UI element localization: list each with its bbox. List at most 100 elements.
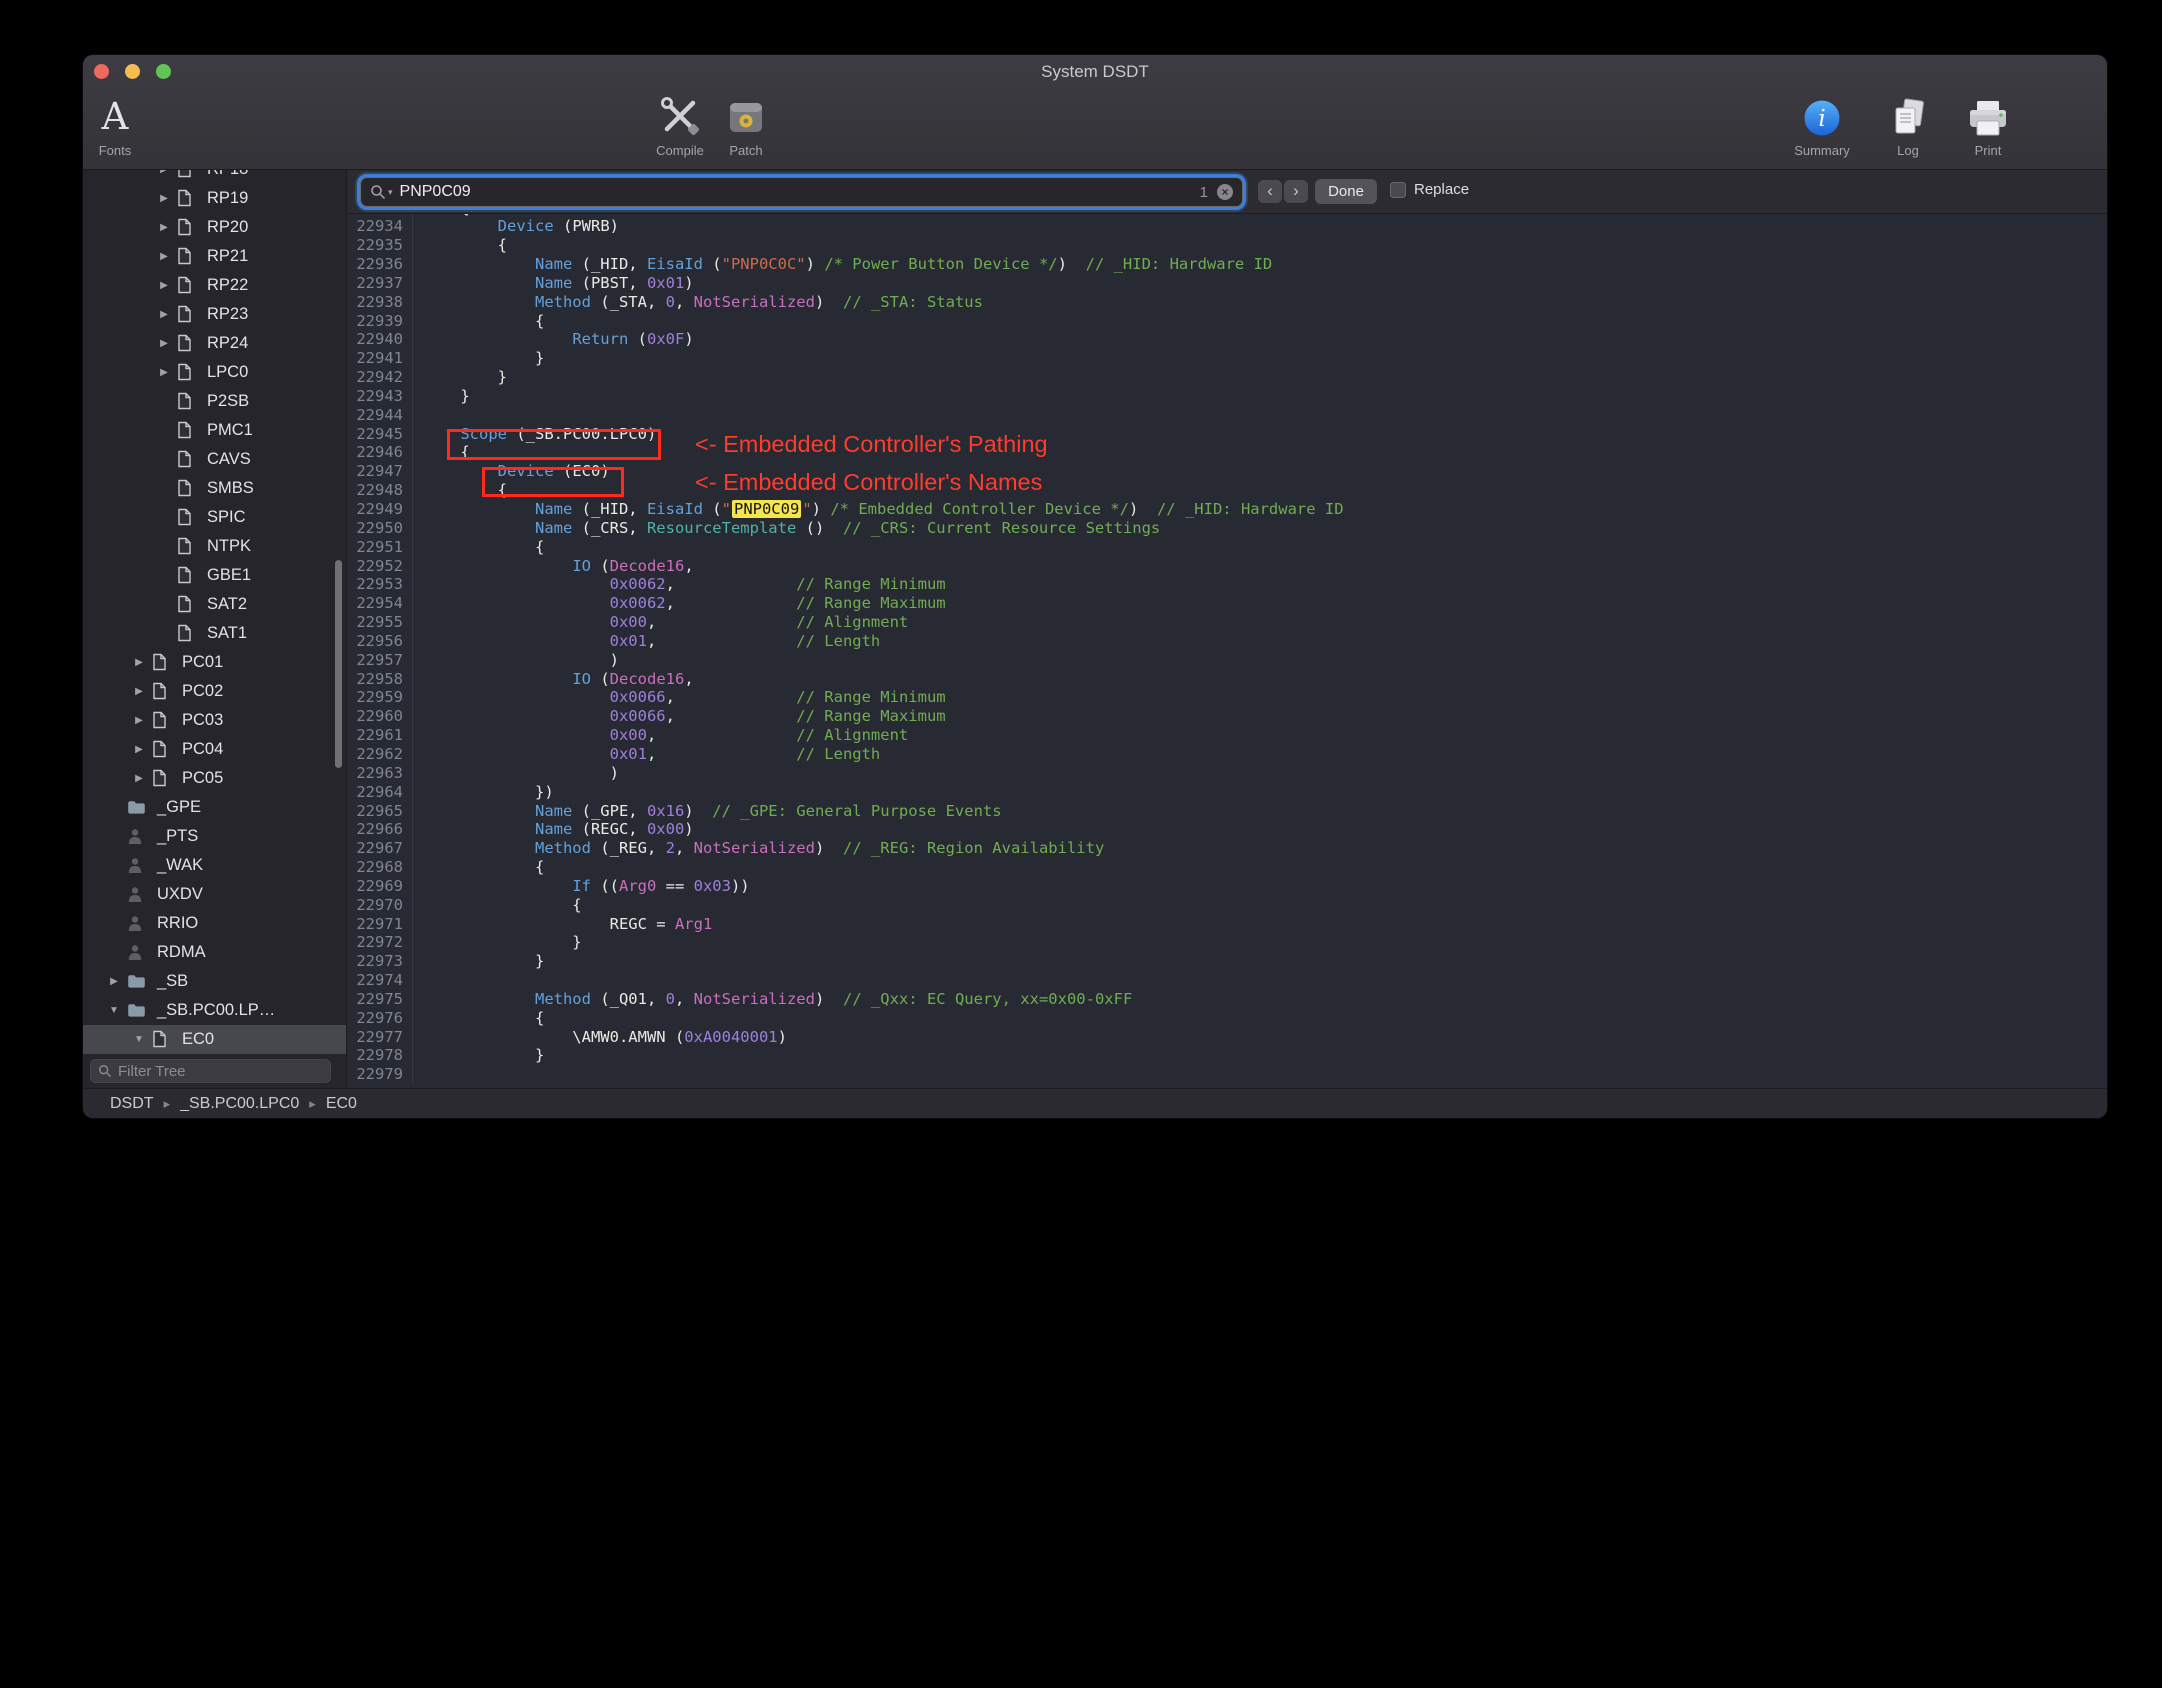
tree-item-P2SB[interactable]: P2SB [83,387,346,416]
code-text[interactable]: Name (_CRS, ResourceTemplate () // _CRS:… [413,519,1160,538]
code-text[interactable]: Method (_REG, 2, NotSerialized) // _REG:… [413,839,1104,858]
code-text[interactable]: { [413,236,507,255]
search-input[interactable]: ▾ PNP0C09 1 × [360,177,1243,207]
code-text[interactable]: 0x0062, // Range Minimum [413,575,946,594]
disclosure-right-icon[interactable]: ▶ [155,170,173,175]
code-text[interactable]: 0x01, // Length [413,745,881,764]
code-text[interactable]: { [413,312,544,331]
code-text[interactable]: REGC = Arg1 [413,915,713,934]
tree-item-RP23[interactable]: ▶ RP23 [83,300,346,329]
tree-item-LPC0[interactable]: ▶ LPC0 [83,358,346,387]
code-text[interactable]: { [413,538,544,557]
tree-item-RP21[interactable]: ▶ RP21 [83,242,346,271]
code-text[interactable]: \AMW0.AMWN (0xA0040001) [413,1028,787,1047]
code-text[interactable]: } [413,952,544,971]
window-chrome[interactable]: System DSDT A Fonts Compile Patch i Summ… [83,55,2107,170]
disclosure-right-icon[interactable]: ▶ [130,686,148,697]
disclosure-right-icon[interactable]: ▶ [130,657,148,668]
code-text[interactable] [413,971,423,990]
code-text[interactable]: IO (Decode16, [413,557,693,576]
code-text[interactable]: Return (0x0F) [413,330,693,349]
tree-item-UXDV[interactable]: UXDV [83,880,346,909]
tree-item-SAT2[interactable]: SAT2 [83,590,346,619]
code-text[interactable]: Name (_GPE, 0x16) // _GPE: General Purpo… [413,802,1002,821]
tree-item-RP19[interactable]: ▶ RP19 [83,184,346,213]
tree-item-NTPK[interactable]: NTPK [83,532,346,561]
disclosure-right-icon[interactable]: ▶ [130,773,148,784]
print-button[interactable]: Print [1933,91,2043,158]
tree-item-PC02[interactable]: ▶ PC02 [83,677,346,706]
tree-item-RP18[interactable]: ▶ RP18 [83,170,346,184]
tree-item-SPIC[interactable]: SPIC [83,503,346,532]
disclosure-right-icon[interactable]: ▶ [155,280,173,291]
breadcrumb-item[interactable]: _SB.PC00.LPC0 [180,1089,299,1118]
code-text[interactable]: Device (PWRB) [413,217,619,236]
tree-item-RRIO[interactable]: RRIO [83,909,346,938]
tree-item-_SB.PC00.LP[interactable]: ▼ _SB.PC00.LP… [83,996,346,1025]
tree-item-RP22[interactable]: ▶ RP22 [83,271,346,300]
tree-item-_SB[interactable]: ▶ _SB [83,967,346,996]
disclosure-down-icon[interactable]: ▼ [130,1034,148,1045]
tree-item-_PTS[interactable]: _PTS [83,822,346,851]
code-text[interactable]: Name (_HID, EisaId (" PNP0C09 ") /* Embedd… [413,500,1344,519]
code-text[interactable]: } [413,387,469,406]
code-text[interactable]: { [413,1009,544,1028]
search-icon[interactable]: ▾ [370,184,393,200]
breadcrumb-item[interactable]: DSDT [110,1089,154,1118]
tree-item-PC04[interactable]: ▶ PC04 [83,735,346,764]
code-text[interactable]: 0x0066, // Range Maximum [413,707,946,726]
tree-item-_WAK[interactable]: _WAK [83,851,346,880]
code-text[interactable]: Name (_HID, EisaId ("PNP0C0C") /* Power … [413,255,1272,274]
code-text[interactable]: ) [413,764,619,783]
tree-item-SAT1[interactable]: SAT1 [83,619,346,648]
code-text[interactable]: { [413,896,581,915]
tree-item-RP24[interactable]: ▶ RP24 [83,329,346,358]
code-text[interactable]: If ((Arg0 == 0x03)) [413,877,749,896]
code-text[interactable]: Method (_STA, 0, NotSerialized) // _STA:… [413,293,983,312]
disclosure-right-icon[interactable]: ▶ [155,222,173,233]
find-previous-button[interactable]: ‹ [1258,180,1282,203]
patch-button[interactable]: Patch [691,91,801,158]
code-text[interactable] [413,406,423,425]
breadcrumb-item[interactable]: EC0 [326,1089,357,1118]
tree-item-CAVS[interactable]: CAVS [83,445,346,474]
disclosure-right-icon[interactable]: ▶ [155,309,173,320]
disclosure-down-icon[interactable]: ▼ [105,1005,123,1016]
disclosure-right-icon[interactable]: ▶ [105,976,123,987]
code-text[interactable]: 0x00, // Alignment [413,613,909,632]
code-text[interactable]: Name (PBST, 0x01) [413,274,694,293]
code-text[interactable]: Method (_Q01, 0, NotSerialized) // _Qxx:… [413,990,1132,1009]
done-button[interactable]: Done [1315,179,1377,204]
code-text[interactable]: } [413,1046,544,1065]
clear-search-icon[interactable]: × [1217,184,1233,200]
disclosure-right-icon[interactable]: ▶ [130,744,148,755]
tree-item-PC01[interactable]: ▶ PC01 [83,648,346,677]
tree-item-EC0[interactable]: ▼ EC0 [83,1024,346,1054]
find-next-button[interactable]: › [1284,180,1308,203]
code-text[interactable]: Name (REGC, 0x00) [413,820,694,839]
code-text[interactable]: 0x01, // Length [413,632,881,651]
sidebar-scrollbar[interactable] [335,560,342,768]
tree-item-RDMA[interactable]: RDMA [83,938,346,967]
code-text[interactable]: } [413,349,544,368]
code-text[interactable]: } [413,368,507,387]
code-text[interactable]: 0x00, // Alignment [413,726,909,745]
code-text[interactable]: } [413,933,581,952]
search-options-chevron-icon[interactable]: ▾ [388,187,393,198]
filter-tree-input[interactable]: Filter Tree [90,1059,331,1083]
disclosure-right-icon[interactable]: ▶ [155,193,173,204]
code-editor[interactable]: 22933 {22934 Device (PWRB)22935 {22936 N… [347,214,2107,1088]
tree-item-PC03[interactable]: ▶ PC03 [83,706,346,735]
disclosure-right-icon[interactable]: ▶ [155,251,173,262]
tree-item-PC05[interactable]: ▶ PC05 [83,764,346,793]
code-text[interactable]: 0x0062, // Range Maximum [413,594,946,613]
disclosure-right-icon[interactable]: ▶ [130,715,148,726]
code-text[interactable]: ) [413,651,619,670]
tree-item-SMBS[interactable]: SMBS [83,474,346,503]
disclosure-right-icon[interactable]: ▶ [155,367,173,378]
tree-item-_GPE[interactable]: _GPE [83,793,346,822]
code-text[interactable]: 0x0066, // Range Minimum [413,688,946,707]
code-text[interactable]: IO (Decode16, [413,670,693,689]
code-text[interactable]: { [413,858,544,877]
code-text[interactable] [413,1065,423,1084]
